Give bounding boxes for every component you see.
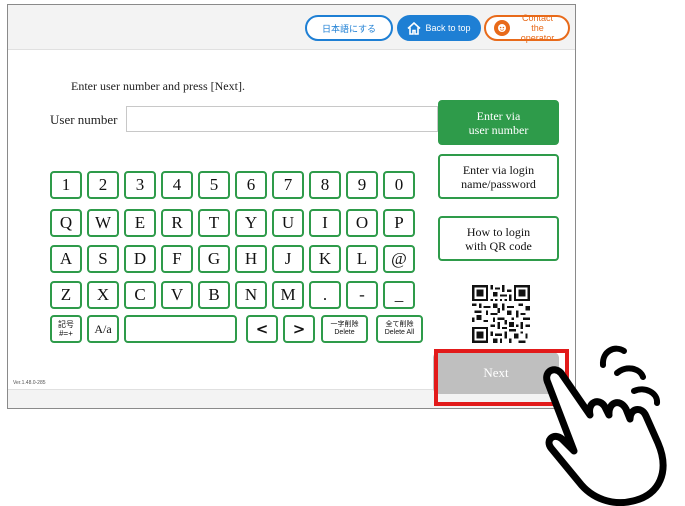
key-b[interactable]: B [198, 281, 230, 309]
space-key[interactable] [124, 315, 237, 343]
key-o[interactable]: O [346, 209, 378, 237]
key-p[interactable]: P [383, 209, 415, 237]
key-e[interactable]: E [124, 209, 156, 237]
operator-label-line1: Contact the [521, 13, 554, 33]
delete-key-jp: 一字削除 [330, 321, 359, 328]
back-to-top-button[interactable]: Back to top [397, 15, 481, 41]
key-period[interactable]: . [309, 281, 341, 309]
qr-btn-line2: with QR code [465, 238, 532, 253]
login-btn-line2: name/password [461, 176, 536, 191]
symbols-key-top: 記号 [58, 320, 74, 329]
language-button[interactable]: 日本語にする [305, 15, 393, 41]
delete-key[interactable]: 一字削除 Delete [321, 315, 368, 343]
key-d[interactable]: D [124, 245, 156, 273]
key-x[interactable]: X [87, 281, 119, 309]
key-8[interactable]: 8 [309, 171, 341, 199]
key-t[interactable]: T [198, 209, 230, 237]
key-underscore[interactable]: _ [383, 281, 415, 309]
home-icon [407, 21, 422, 35]
key-v[interactable]: V [161, 281, 193, 309]
user-number-btn-line1: Enter via [476, 108, 521, 123]
key-n[interactable]: N [235, 281, 267, 309]
cursor-left-key[interactable]: < [246, 315, 278, 343]
key-z[interactable]: Z [50, 281, 82, 309]
key-6[interactable]: 6 [235, 171, 267, 199]
delete-all-key-jp: 全て削除 [385, 321, 414, 328]
symbols-key-bottom: #=+ [59, 329, 73, 338]
key-r[interactable]: R [161, 209, 193, 237]
contact-operator-button[interactable]: Contact the operator [484, 13, 570, 43]
key-4[interactable]: 4 [161, 171, 193, 199]
key-f[interactable]: F [161, 245, 193, 273]
key-at[interactable]: @ [383, 245, 415, 273]
key-y[interactable]: Y [235, 209, 267, 237]
key-i[interactable]: I [309, 209, 341, 237]
key-h[interactable]: H [235, 245, 267, 273]
enter-via-user-number-button[interactable]: Enter via user number [438, 100, 559, 145]
key-c[interactable]: C [124, 281, 156, 309]
key-g[interactable]: G [198, 245, 230, 273]
back-to-top-label: Back to top [425, 23, 471, 33]
key-q[interactable]: Q [50, 209, 82, 237]
instruction-text: Enter user number and press [Next]. [71, 79, 245, 93]
qr-btn-line1: How to login [466, 224, 531, 239]
top-bar: 日本語にする Back to top Contact the operator [8, 5, 575, 50]
case-toggle-key[interactable]: A/a [87, 315, 119, 343]
delete-key-en: Delete [334, 329, 355, 336]
qr-login-help-button[interactable]: How to login with QR code [438, 216, 559, 261]
key-1[interactable]: 1 [50, 171, 82, 199]
symbols-key[interactable]: 記号 #=+ [50, 315, 82, 343]
pointing-hand-icon [543, 345, 667, 506]
key-hyphen[interactable]: - [346, 281, 378, 309]
operator-icon [493, 20, 510, 36]
key-w[interactable]: W [87, 209, 119, 237]
operator-label-line2: operator [520, 33, 555, 43]
delete-all-key[interactable]: 全て削除 Delete All [376, 315, 423, 343]
key-j[interactable]: J [272, 245, 304, 273]
key-s[interactable]: S [87, 245, 119, 273]
key-5[interactable]: 5 [198, 171, 230, 199]
language-label: 日本語にする [321, 23, 377, 34]
cursor-right-key[interactable]: > [283, 315, 315, 343]
key-u[interactable]: U [272, 209, 304, 237]
user-number-label: User number [50, 112, 118, 127]
key-m[interactable]: M [272, 281, 304, 309]
delete-all-key-en: Delete All [384, 329, 415, 336]
key-3[interactable]: 3 [124, 171, 156, 199]
key-9[interactable]: 9 [346, 171, 378, 199]
login-btn-line1: Enter via login [462, 162, 535, 177]
key-a[interactable]: A [50, 245, 82, 273]
key-k[interactable]: K [309, 245, 341, 273]
key-0[interactable]: 0 [383, 171, 415, 199]
key-7[interactable]: 7 [272, 171, 304, 199]
key-l[interactable]: L [346, 245, 378, 273]
user-number-btn-line2: user number [468, 122, 529, 137]
version-text: Ver.1.48.0-285 [13, 380, 46, 386]
key-2[interactable]: 2 [87, 171, 119, 199]
enter-via-login-button[interactable]: Enter via login name/password [438, 154, 559, 199]
user-number-input[interactable] [126, 106, 438, 132]
